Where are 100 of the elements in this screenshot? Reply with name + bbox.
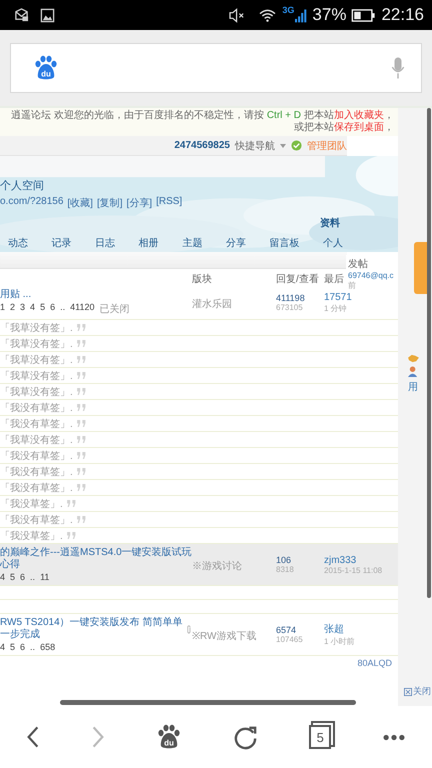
page-link[interactable]: .. [30, 642, 36, 652]
space-action-link[interactable]: [分享] [126, 196, 152, 210]
space-tab[interactable]: 日志 [93, 235, 118, 251]
quick-nav-menu[interactable]: 快捷导航 [235, 138, 275, 152]
reply-count: 411198 [276, 293, 306, 303]
image-icon [40, 8, 55, 22]
view-count: 8318 [276, 565, 295, 574]
quote-text: 「我草没有签」. [0, 338, 73, 350]
thread-title-link[interactable]: 用贴 ... [0, 289, 32, 301]
author-link[interactable]: 张超 [324, 622, 396, 636]
caret-icon [280, 144, 286, 148]
space-tab[interactable]: 动态 [6, 235, 30, 251]
quote-text: 「我草没有签」. [0, 386, 73, 398]
view-count: 673105 [276, 303, 304, 312]
back-icon[interactable] [26, 725, 40, 749]
column-header: 回复/查看 [276, 274, 319, 284]
quote-text: 「我没草签」. [0, 498, 63, 510]
quote-text: 「我没有草签」. [0, 482, 73, 494]
microphone-icon[interactable] [391, 56, 405, 80]
code-link[interactable]: 80ALQD [357, 658, 392, 668]
column-header: 版块 [192, 274, 212, 284]
notice-text: 逍遥论坛 欢迎您的光临，由于百度排名的不稳定性，请按 Ctrl + D 把本站加入收藏夹，或把本站保存到桌面， [0, 108, 398, 136]
page-link[interactable]: 5 [40, 302, 46, 316]
page-link[interactable]: 6 [50, 302, 56, 316]
quote-text: 「我草没有签」. [0, 322, 73, 334]
quote-text: 「我没草签」. [0, 530, 63, 542]
wifi-icon [258, 8, 278, 22]
clock: 22:16 [381, 5, 424, 25]
status-label: 已关闭 [99, 302, 130, 316]
author-link[interactable]: 17571 [324, 292, 396, 302]
share-tab[interactable] [414, 242, 428, 294]
post-time: 1 分钟 [324, 302, 348, 314]
user-link[interactable]: 用 [408, 380, 418, 394]
message-icon [14, 8, 29, 22]
quote-icon [76, 516, 87, 523]
page-link[interactable]: 2 [10, 302, 16, 316]
space-action-link[interactable]: [收藏] [67, 196, 93, 210]
quote-icon [76, 340, 87, 347]
space-action-link[interactable]: [RSS] [156, 196, 182, 210]
space-tab[interactable]: 分享 [224, 235, 248, 251]
space-tab[interactable]: 相册 [136, 235, 161, 251]
quote-text: 「我没有草签」. [0, 402, 73, 414]
quote-text: 「我没有草签」. [0, 450, 73, 462]
horizontal-scrollbar[interactable] [60, 700, 356, 705]
space-title: 个人空间 [0, 178, 45, 193]
column-header: 最后 [324, 274, 344, 284]
quote-text: 「我没有草签」. [0, 466, 73, 478]
refresh-icon[interactable] [233, 724, 258, 750]
signal-icon [295, 8, 308, 22]
space-tab[interactable]: 留言板 [267, 235, 302, 251]
quote-text: 「我没有草签」. [0, 418, 73, 430]
search-field[interactable]: du [10, 43, 422, 93]
quote-icon [76, 452, 87, 459]
page-link[interactable]: 5 [10, 642, 16, 652]
reply-count: 6574 [276, 625, 298, 635]
vertical-scrollbar[interactable] [427, 108, 431, 598]
post-time: 2015-1-15 11:08 [324, 566, 384, 574]
page-link[interactable]: 4 [30, 302, 36, 316]
space-tab[interactable]: 主题 [180, 235, 204, 251]
quote-icon [76, 372, 87, 379]
quote-text: 「我草没有签」. [0, 434, 73, 446]
email-link[interactable]: 69746@qq.c [348, 271, 398, 280]
quote-icon [76, 468, 87, 475]
page-link[interactable]: .. [60, 302, 66, 316]
check-icon [291, 140, 302, 151]
page-link[interactable]: 4 [0, 642, 6, 652]
page-link[interactable]: .. [30, 572, 36, 582]
profile-link[interactable]: 资料 [320, 216, 340, 230]
page-link[interactable]: 6 [20, 572, 26, 582]
quote-icon [76, 356, 87, 363]
view-count: 107465 [276, 635, 304, 644]
page-link[interactable]: 11 [40, 572, 50, 582]
page-link[interactable]: 6 [20, 642, 26, 652]
user-id-link[interactable]: 2474569825 [174, 140, 230, 151]
battery-icon [351, 8, 376, 22]
page-link[interactable]: 5 [10, 572, 16, 582]
space-tab[interactable]: 记录 [50, 235, 74, 251]
side-box-title: 发帖 [348, 258, 369, 271]
space-url: o.com/?28156 [0, 196, 64, 209]
more-icon[interactable] [382, 734, 406, 740]
close-link[interactable]: 关闭 [404, 685, 431, 698]
quote-icon [76, 404, 87, 411]
quote-icon [66, 532, 77, 539]
page-link[interactable]: 658 [40, 642, 56, 652]
post-time: 1 小时前 [324, 636, 356, 647]
space-action-link[interactable]: [复制] [96, 196, 123, 210]
author-link[interactable]: zjm333 [324, 554, 396, 566]
space-tab[interactable]: 个人 [320, 235, 345, 251]
close-icon [404, 688, 412, 696]
reply-count: 106 [276, 555, 292, 565]
quote-icon [76, 436, 87, 443]
quote-icon [76, 324, 87, 331]
user-icon [408, 366, 419, 377]
page-link[interactable]: 1 [0, 302, 6, 316]
quote-text: 「我没有草签」. [0, 514, 73, 526]
quote-icon [66, 500, 77, 507]
page-link[interactable]: 4 [0, 572, 6, 582]
side-box-time: 前 [348, 280, 357, 291]
page-link[interactable]: 41120 [70, 302, 94, 316]
page-link[interactable]: 3 [20, 302, 26, 316]
